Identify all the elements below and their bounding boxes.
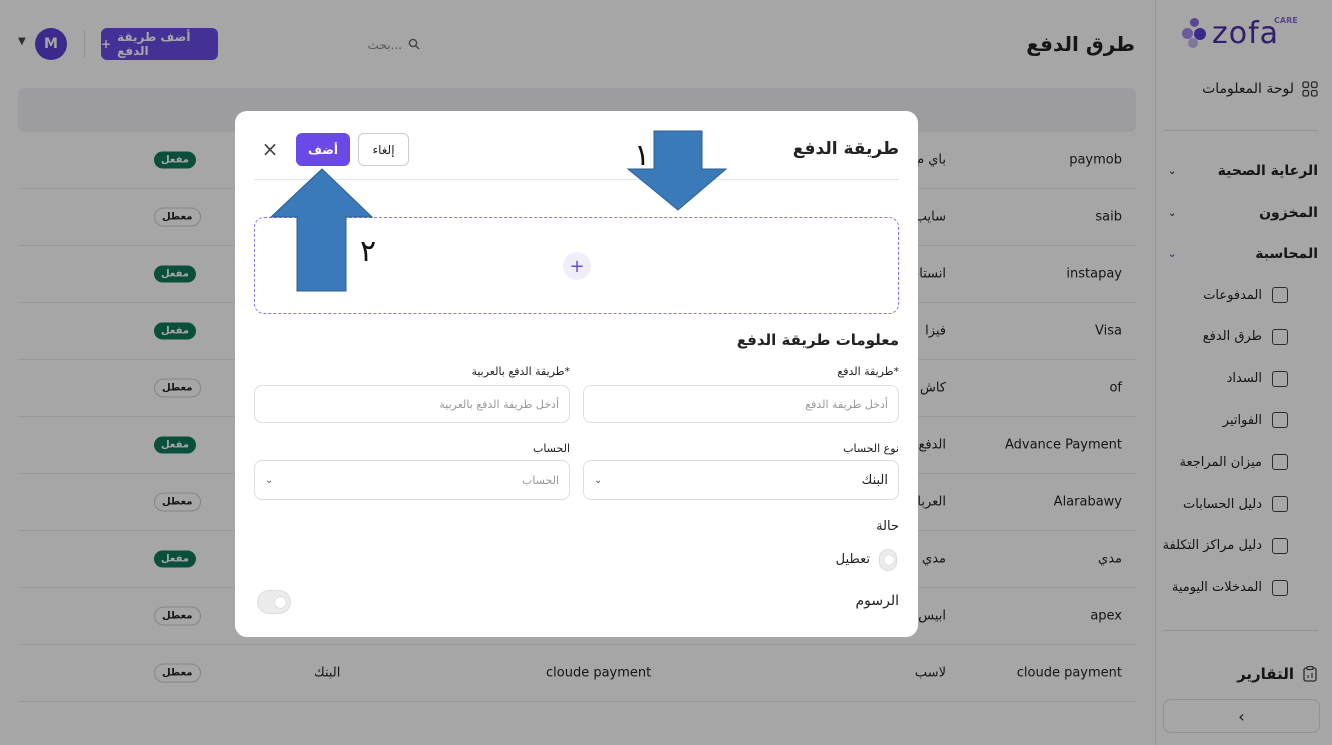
annotation-number-1: ١ [634,138,651,173]
annotation-arrow-up [269,168,374,292]
annotation-number-2: ٢ [360,234,377,269]
annotation-layer [269,130,728,292]
